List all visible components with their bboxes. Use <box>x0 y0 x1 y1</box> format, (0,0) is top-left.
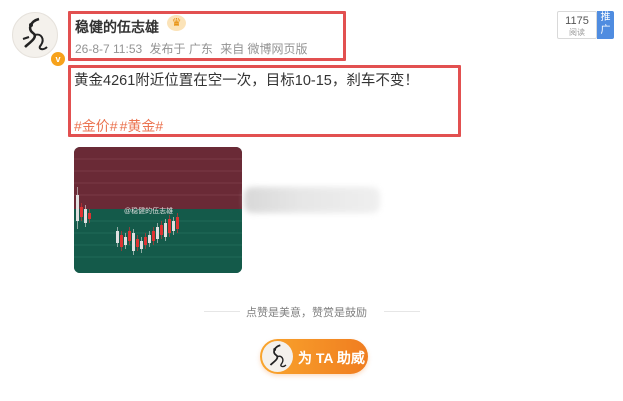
candle-body <box>176 217 179 229</box>
read-count-label: 阅读 <box>569 28 585 37</box>
read-count: 1175 <box>565 15 589 27</box>
calligraphy-avatar-icon <box>269 344 287 368</box>
candle-body <box>88 213 91 219</box>
image-watermark: @稳健的伍志雄 <box>124 206 173 215</box>
candle-body <box>156 227 159 239</box>
read-counter: 1175 阅读 <box>557 11 597 39</box>
topic-tag[interactable]: #金价# <box>74 118 118 134</box>
candle-body <box>152 231 155 241</box>
username-link[interactable]: 稳健的伍志雄 <box>75 17 159 37</box>
candle-body <box>124 237 127 245</box>
crown-icon[interactable]: ♛ <box>167 15 186 31</box>
candle-body <box>120 235 123 247</box>
divider-line-left <box>204 311 240 312</box>
promote-button[interactable]: 推广 <box>597 11 614 39</box>
verified-badge-icon: v <box>49 50 67 68</box>
candle-body <box>168 219 171 233</box>
post-text: 黄金4261附近位置在空一次，目标10-15，刹车不变！ <box>74 73 419 89</box>
calligraphy-avatar-icon <box>22 17 48 51</box>
post-source: 来自 微博网页版 <box>220 42 308 56</box>
candle-body <box>160 225 163 235</box>
candle-body <box>136 239 139 247</box>
blurred-watermark <box>244 187 380 213</box>
candle-body <box>172 221 175 231</box>
promote-label: 推广 <box>600 12 611 36</box>
candle-body <box>164 223 167 237</box>
candle-body <box>140 241 143 249</box>
candlestick-chart-image: @稳健的伍志雄 <box>74 147 242 273</box>
post-date[interactable]: 26-8-7 11:53 <box>75 42 142 56</box>
candle-body <box>84 209 87 223</box>
divider-line-right <box>384 311 420 312</box>
candle-body <box>128 231 131 241</box>
topic-tag[interactable]: #黄金# <box>120 118 164 134</box>
avatar[interactable] <box>12 12 58 58</box>
candle-body <box>80 207 83 217</box>
candle-body <box>116 231 119 243</box>
post-meta: 26-8-7 11:53 发布于 广东 来自 微博网页版 <box>75 40 312 57</box>
topic-tags: #金价# #黄金# <box>74 116 165 136</box>
post-image[interactable]: @稳健的伍志雄 <box>74 147 242 273</box>
candle-body <box>144 237 147 245</box>
reward-button[interactable]: 为 TA 助威 <box>260 339 368 374</box>
post-location: 发布于 广东 <box>149 42 213 56</box>
reward-prompt: 点赞是美意，赞赏是鼓励 <box>246 307 367 319</box>
candle-body <box>148 235 151 243</box>
reward-avatar <box>262 341 293 372</box>
reward-button-label: 为 TA 助威 <box>298 350 365 366</box>
candle-body <box>76 195 79 221</box>
candle-body <box>132 233 135 251</box>
